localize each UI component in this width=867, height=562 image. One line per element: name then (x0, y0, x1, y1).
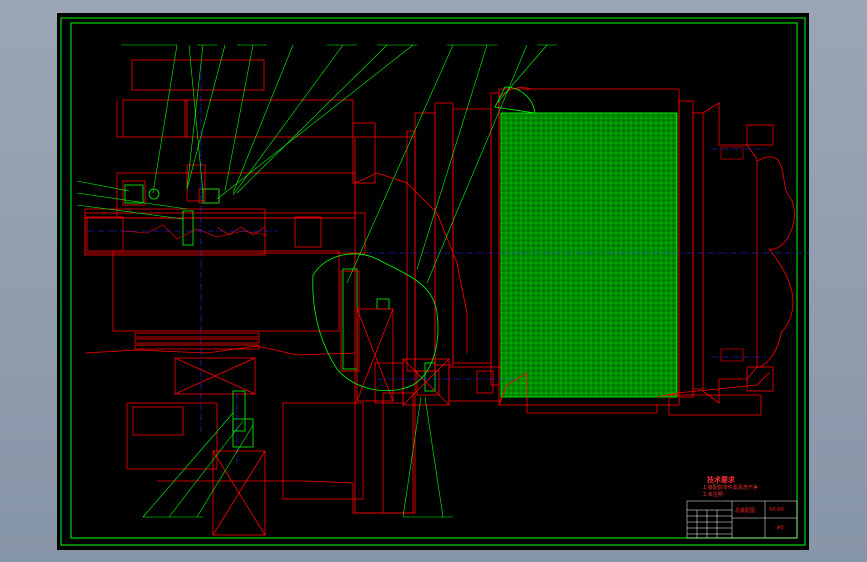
drum-assembly (494, 86, 795, 416)
gearbox-outline (84, 59, 416, 536)
hatched-details (124, 184, 436, 448)
outer-frame (60, 17, 806, 546)
cad-drawing-canvas (60, 17, 809, 546)
leader-lines (76, 44, 557, 518)
brake-cover-outline (312, 253, 439, 392)
technical-note-line2: 2.未注明 (703, 492, 723, 498)
sheet-mark: A0 (777, 525, 784, 531)
technical-requirements-heading: 技术要求 (707, 476, 735, 484)
technical-note-line1: 1.装配前零件需清洗干净 (703, 485, 758, 491)
bolts (720, 146, 744, 362)
cad-drawing-viewport[interactable]: 技术要求 1.装配前零件需清洗干净 2.未注明 总装配图 XX-00 A0 (57, 13, 809, 550)
drawing-name: 总装配图 (735, 508, 756, 514)
drawing-number: XX-00 (769, 507, 784, 513)
shaft-detail (122, 224, 268, 240)
